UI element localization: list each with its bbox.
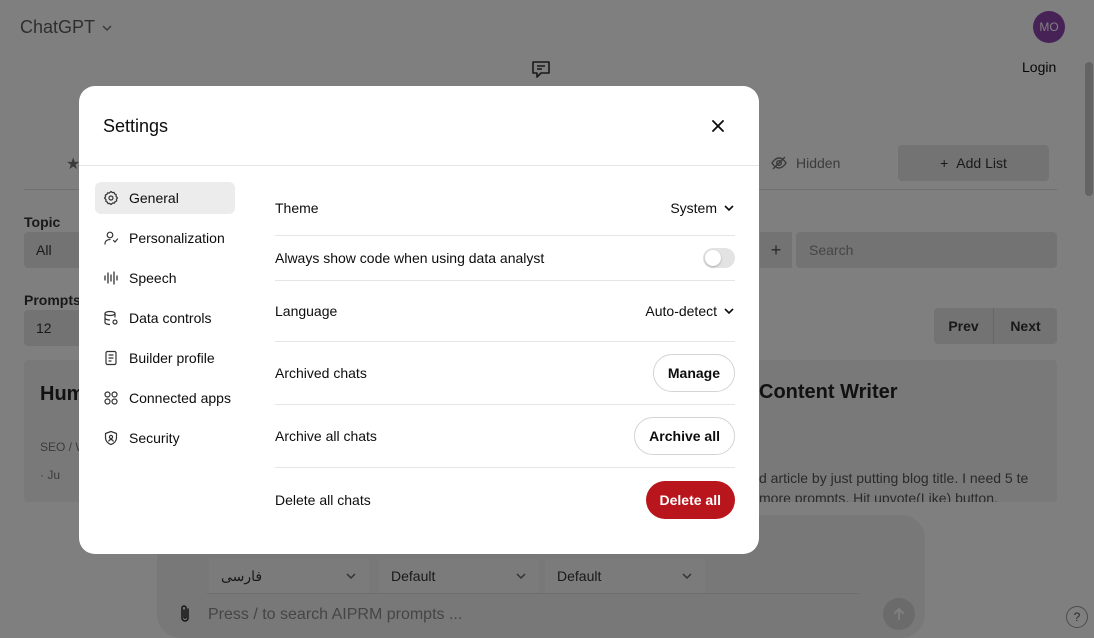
settings-nav: General Personalization Speech Data cont…: [95, 182, 235, 462]
settings-nav-speech[interactable]: Speech: [95, 262, 235, 294]
theme-select[interactable]: System: [670, 200, 735, 216]
settings-nav-label: Data controls: [129, 310, 212, 326]
theme-label: Theme: [275, 199, 319, 216]
settings-nav-builder-profile[interactable]: Builder profile: [95, 342, 235, 374]
settings-nav-connected-apps[interactable]: Connected apps: [95, 382, 235, 414]
person-icon: [104, 231, 119, 245]
settings-nav-label: General: [129, 190, 179, 206]
settings-title: Settings: [103, 116, 169, 136]
shield-icon: [104, 430, 118, 446]
language-label: Language: [275, 303, 338, 319]
gear-icon: [103, 190, 119, 206]
archived-chats-row: Archived chats Manage: [275, 342, 735, 405]
settings-nav-data-controls[interactable]: Data controls: [95, 302, 235, 334]
waveform-icon: [104, 271, 118, 285]
close-icon: [712, 120, 724, 132]
theme-value: System: [670, 199, 717, 216]
settings-nav-label: Speech: [129, 270, 177, 286]
archive-all-button[interactable]: Archive all: [634, 417, 735, 455]
show-code-row: Always show code when using data analyst: [275, 236, 735, 281]
settings-dialog: Settings General Personalization Speech …: [79, 86, 759, 554]
settings-nav-personalization[interactable]: Personalization: [95, 222, 235, 254]
archived-chats-label: Archived chats: [275, 365, 367, 381]
settings-nav-label: Connected apps: [129, 390, 231, 406]
id-card-icon: [105, 350, 117, 366]
show-code-toggle[interactable]: [703, 248, 735, 268]
settings-nav-label: Security: [129, 430, 180, 446]
database-icon: [104, 310, 118, 326]
settings-nav-label: Builder profile: [129, 350, 215, 366]
delete-all-label: Delete all chats: [275, 491, 371, 508]
show-code-label: Always show code when using data analyst: [275, 250, 545, 266]
language-value: Auto-detect: [645, 303, 717, 319]
delete-all-button[interactable]: Delete all: [645, 480, 735, 519]
settings-general-panel: Theme System Always show code when using…: [275, 180, 735, 531]
theme-row: Theme System: [275, 180, 735, 236]
settings-nav-label: Personalization: [129, 230, 225, 246]
language-select[interactable]: Auto-detect: [645, 303, 735, 319]
manage-button[interactable]: Manage: [652, 354, 735, 392]
settings-nav-general[interactable]: General: [95, 182, 235, 214]
settings-header: Settings: [79, 86, 759, 166]
settings-nav-security[interactable]: Security: [95, 422, 235, 454]
chevron-down-icon: [724, 308, 734, 315]
apps-grid-icon: [104, 391, 118, 405]
delete-all-row: Delete all chats Delete all: [275, 468, 735, 531]
language-row: Language Auto-detect: [275, 281, 735, 342]
archive-all-label: Archive all chats: [275, 428, 377, 444]
close-button[interactable]: [707, 115, 729, 137]
chevron-down-icon: [724, 204, 734, 211]
archive-all-row: Archive all chats Archive all: [275, 405, 735, 468]
